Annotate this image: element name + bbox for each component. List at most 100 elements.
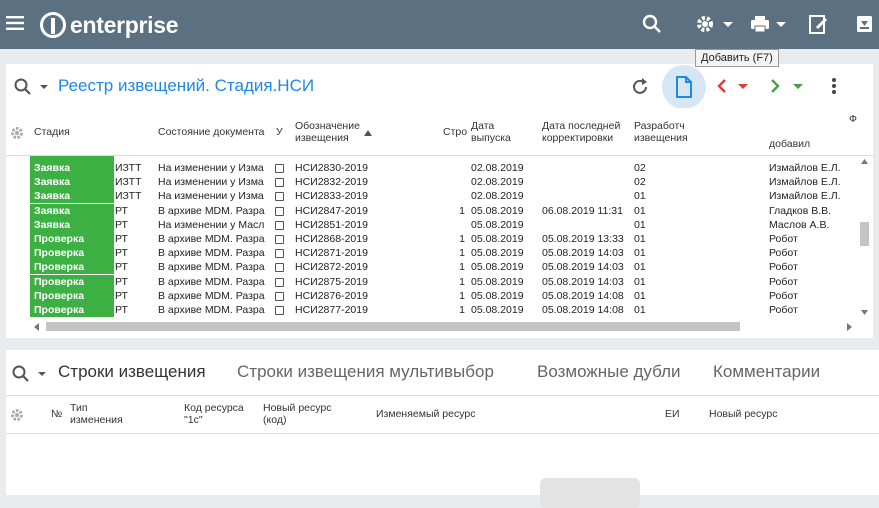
next-arrow-icon[interactable]: [769, 77, 807, 95]
developer-cell: 02: [634, 176, 646, 189]
last-correction-cell: 05.08.2019 14:03: [542, 275, 624, 288]
table-row[interactable]: Заявка РТ На изменении у Масл НСИ2851-2019 0…: [6, 217, 856, 232]
lines-search-icon[interactable]: [12, 365, 46, 383]
notice-id-cell: НСИ2832-2019: [295, 176, 368, 189]
row-checkbox[interactable]: [275, 178, 284, 188]
menu-icon[interactable]: [6, 16, 24, 30]
notice-id-cell: НСИ2876-2019: [295, 289, 368, 302]
scroll-left-icon[interactable]: [32, 320, 42, 334]
last-correction-cell: 05.08.2019 14:03: [542, 261, 624, 274]
col-f[interactable]: Ф: [849, 113, 857, 125]
prev-arrow-icon[interactable]: [716, 77, 752, 95]
last-correction-cell: 05.08.2019 14:08: [542, 289, 624, 302]
table-row[interactable]: Проверка РТ В архиве MDM. Разра НСИ2868-201…: [6, 232, 856, 246]
col-notice-id[interactable]: Обозначение извещения: [295, 120, 360, 144]
last-correction-cell: 05.08.2019 14:08: [542, 304, 624, 316]
developer-cell: 02: [634, 162, 646, 174]
stage-badge: Заявка: [30, 217, 114, 232]
col-change-type[interactable]: Тип изменения: [70, 402, 123, 426]
lines-tabs: Строки извещения Строки извещения мульти…: [6, 350, 879, 396]
col-developer[interactable]: Разработч извещения: [634, 120, 690, 144]
horizontal-scroll-thumb[interactable]: [46, 322, 740, 331]
add-document-button[interactable]: [662, 65, 706, 109]
row-checkbox[interactable]: [275, 164, 284, 173]
vertical-scroll-thumb[interactable]: [860, 222, 869, 246]
table-row[interactable]: Проверка РТ В архиве MDM. Разра НСИ2875-201…: [6, 274, 856, 289]
doc-type-cell: РТ: [115, 304, 128, 316]
col-u[interactable]: У: [276, 126, 283, 138]
release-date-cell: 05.08.2019: [471, 218, 524, 231]
stage-badge: Проверка: [30, 303, 114, 317]
refresh-icon[interactable]: [630, 77, 650, 97]
col-added-by[interactable]: добавил: [769, 138, 810, 150]
col-doc-state[interactable]: Состояние документа: [158, 126, 268, 138]
registry-table-body: Заявка ИЗТТ На изменении у Изма НСИ2830-201…: [6, 156, 856, 318]
notice-id-cell: НСИ2877-2019: [295, 304, 368, 316]
search-icon[interactable]: [642, 14, 662, 37]
doc-type-cell: ИЗТТ: [115, 162, 142, 174]
col-last-correction[interactable]: Дата последней корректировки: [542, 120, 620, 144]
col-changed-resource[interactable]: Изменяемый ресурс: [376, 408, 475, 420]
table-settings-icon[interactable]: [10, 126, 24, 140]
scroll-right-icon[interactable]: [844, 320, 854, 334]
col-new-resource[interactable]: Новый ресурс: [709, 408, 777, 420]
release-date-cell: 05.08.2019: [471, 233, 524, 245]
tab-possible-duplicates[interactable]: Возможные дубли: [537, 362, 681, 382]
row-checkbox[interactable]: [275, 192, 284, 202]
lines-count-cell: [435, 175, 465, 189]
tab-notice-lines[interactable]: Строки извещения: [58, 362, 206, 382]
col-resource-code[interactable]: Код ресурса "1с": [184, 402, 244, 426]
notice-lines-panel: Строки извещения Строки извещения мульти…: [6, 350, 879, 508]
notice-id-cell: НСИ2875-2019: [295, 275, 368, 288]
row-checkbox[interactable]: [275, 263, 284, 273]
vertical-scrollbar[interactable]: [858, 156, 871, 318]
row-checkbox[interactable]: [275, 220, 284, 230]
printer-icon[interactable]: [749, 13, 789, 38]
table-row[interactable]: Проверка РТ В архиве MDM. Разра НСИ2872-201…: [6, 260, 856, 275]
row-checkbox[interactable]: [275, 206, 284, 216]
brand-name: enterprise: [70, 11, 179, 38]
download-icon[interactable]: [855, 13, 875, 38]
table-row[interactable]: Проверка РТ В архиве MDM. Разра НСИ2876-201…: [6, 288, 856, 303]
table-row[interactable]: Заявка РТ В архиве MDM. Разра НСИ2847-2019 1…: [6, 203, 856, 218]
gear-icon[interactable]: [695, 13, 735, 38]
lines-table-settings-icon[interactable]: [10, 408, 24, 422]
lines-count-cell: 1: [459, 275, 465, 288]
release-date-cell: 05.08.2019: [471, 247, 524, 260]
added-by-cell: Измайлов Е.Л.: [769, 190, 841, 203]
tab-notice-lines-multiselect[interactable]: Строки извещения мультивыбор: [237, 362, 494, 382]
tab-comments[interactable]: Комментарии: [713, 362, 820, 382]
row-checkbox[interactable]: [275, 306, 284, 315]
col-number[interactable]: №: [51, 408, 62, 420]
developer-cell: 01: [634, 261, 646, 274]
col-lines[interactable]: Стро: [443, 126, 467, 138]
developer-cell: 01: [634, 304, 646, 316]
row-checkbox[interactable]: [275, 291, 284, 301]
scroll-up-icon[interactable]: [858, 156, 871, 166]
horizontal-scrollbar[interactable]: [32, 320, 856, 334]
developer-cell: 01: [634, 233, 646, 245]
scroll-down-icon[interactable]: [858, 308, 871, 318]
table-row[interactable]: Заявка ИЗТТ На изменении у Изма НСИ2832-201…: [6, 175, 856, 190]
added-by-cell: Робот: [769, 275, 798, 288]
table-row[interactable]: Заявка ИЗТТ На изменении у Изма НСИ2833-201…: [6, 189, 856, 204]
table-row[interactable]: Проверка РТ В архиве MDM. Разра НСИ2871-201…: [6, 246, 856, 261]
doc-type-cell: РТ: [115, 233, 128, 245]
added-by-cell: Робот: [769, 261, 798, 274]
col-new-resource-code[interactable]: Новый ресурс (код): [263, 402, 331, 426]
doc-state-cell: На изменении у Изма: [158, 190, 264, 203]
developer-cell: 01: [634, 275, 646, 288]
col-release-date[interactable]: Дата выпуска: [471, 120, 511, 144]
col-stage[interactable]: Стадия: [34, 126, 70, 138]
edit-icon[interactable]: [808, 13, 828, 38]
table-row[interactable]: Заявка ИЗТТ На изменении у Изма НСИ2830-201…: [6, 161, 856, 175]
table-row[interactable]: Проверка РТ В архиве MDM. Разра НСИ2877-201…: [6, 303, 856, 317]
col-unit[interactable]: ЕИ: [665, 408, 680, 420]
lines-count-cell: 1: [459, 289, 465, 302]
last-correction-cell: [542, 218, 632, 232]
row-checkbox[interactable]: [275, 277, 284, 287]
row-checkbox[interactable]: [275, 249, 284, 259]
row-checkbox[interactable]: [275, 235, 284, 244]
more-vert-icon[interactable]: [831, 77, 837, 95]
panel-search-icon[interactable]: [14, 78, 48, 96]
